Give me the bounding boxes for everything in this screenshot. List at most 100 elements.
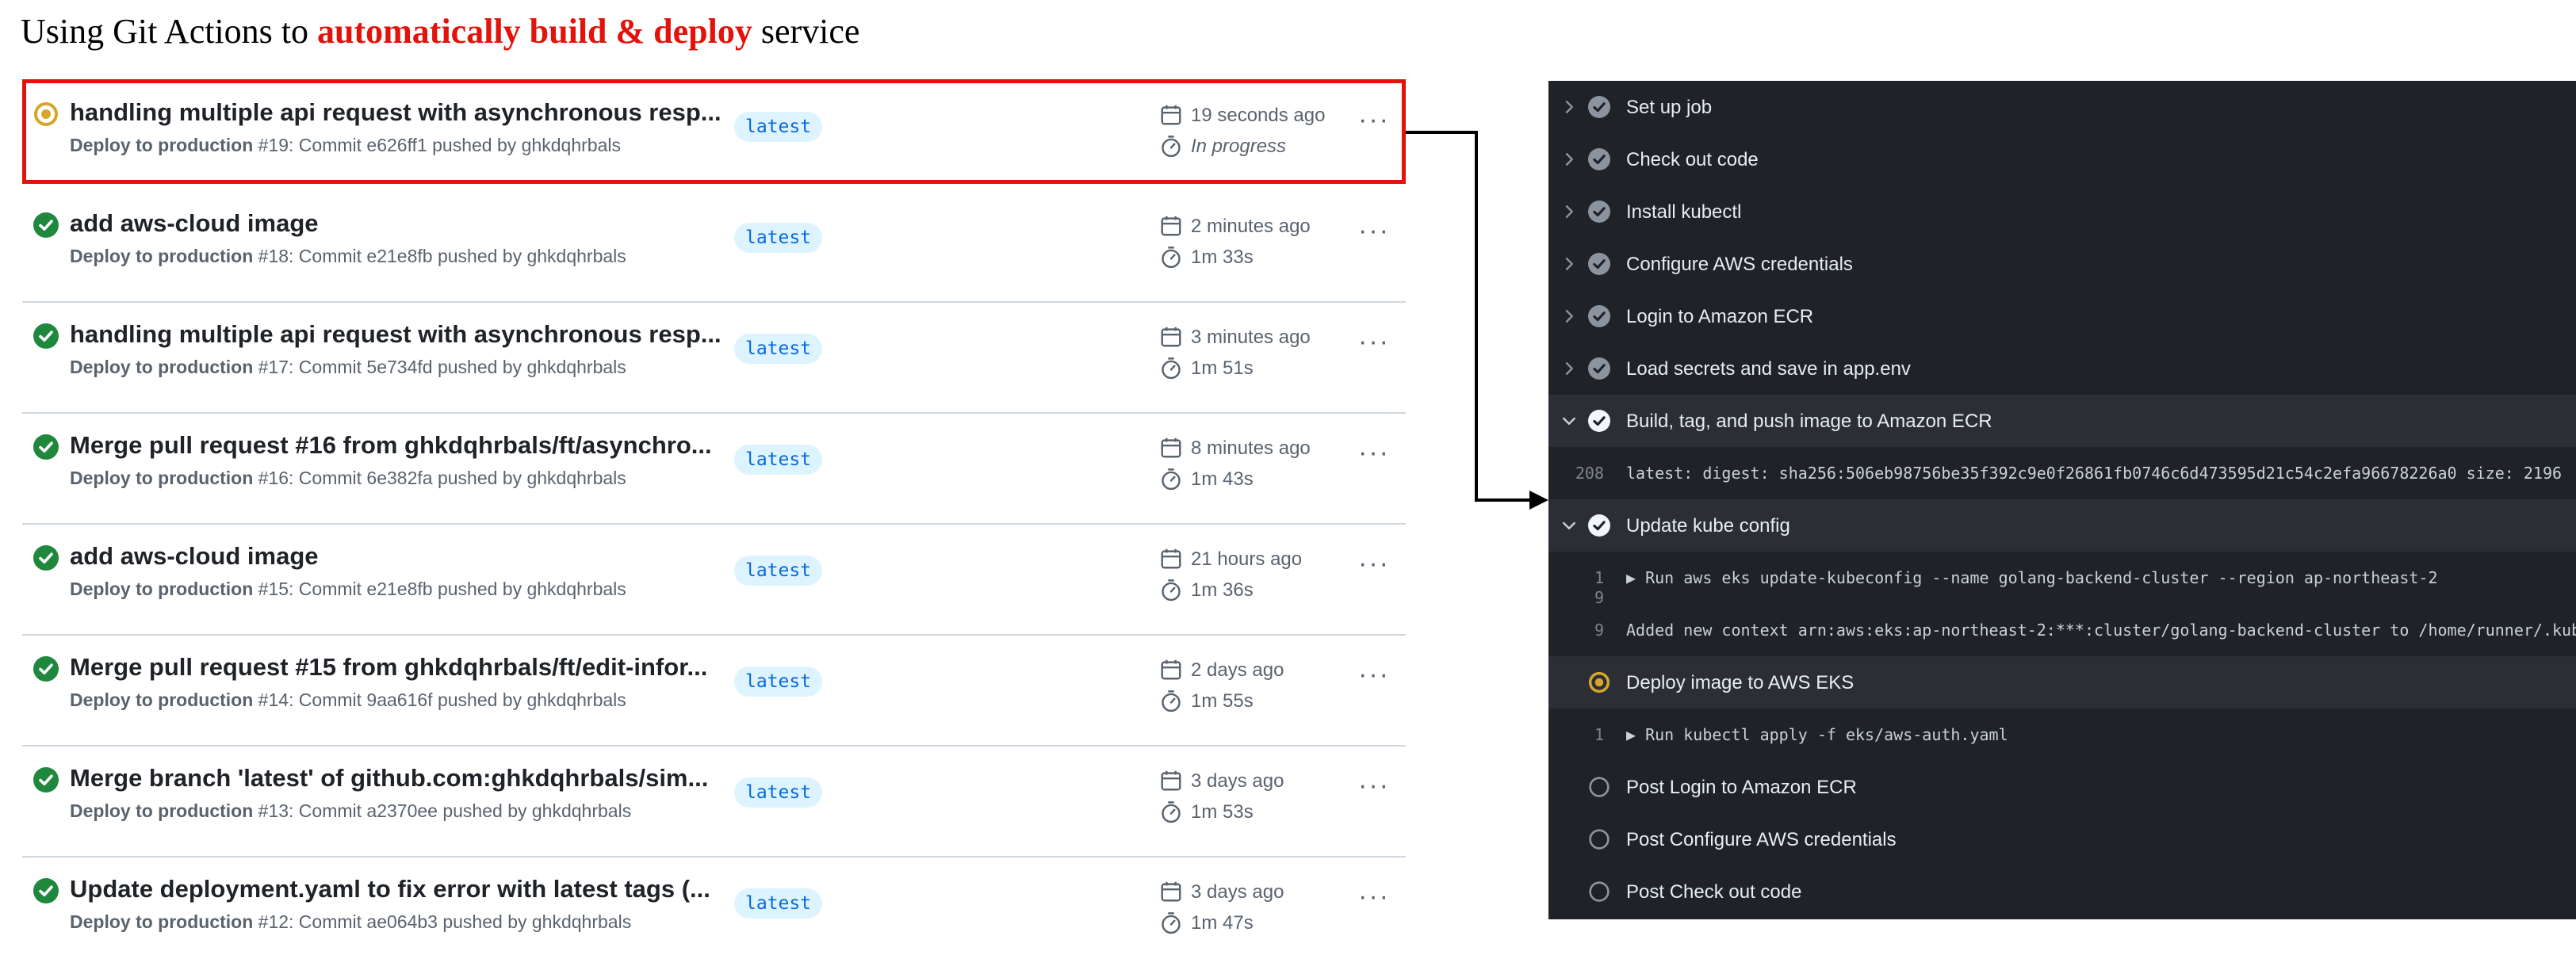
calendar-icon bbox=[1161, 327, 1181, 347]
job-step[interactable]: Post Login to Amazon ECR bbox=[1548, 761, 2576, 813]
branch-label[interactable]: latest bbox=[734, 777, 823, 808]
calendar-icon bbox=[1161, 105, 1181, 125]
step-label: Deploy image to AWS EKS bbox=[1626, 672, 1854, 693]
run-title-link[interactable]: add aws-cloud image bbox=[70, 542, 319, 571]
run-commit-info: #19: Commit e626ff1 pushed by ghkdqhrbal… bbox=[253, 135, 621, 155]
run-commit-info: #17: Commit 5e734fd pushed by ghkdqhrbal… bbox=[253, 357, 626, 377]
title-accent: automatically build & deploy bbox=[317, 12, 752, 51]
kebab-menu-icon[interactable]: ··· bbox=[1354, 439, 1394, 469]
workflow-run-row[interactable]: Update deployment.yaml to fix error with… bbox=[22, 858, 1406, 955]
step-label: Build, tag, and push image to Amazon ECR bbox=[1626, 411, 1992, 432]
chevron-right-icon bbox=[1565, 101, 1573, 113]
kebab-menu-icon[interactable]: ··· bbox=[1354, 772, 1394, 802]
kebab-menu-icon[interactable]: ··· bbox=[1354, 661, 1394, 691]
job-step[interactable]: Post Configure AWS credentials bbox=[1548, 813, 2576, 865]
branch-label[interactable]: latest bbox=[734, 888, 823, 919]
chevron-right-icon bbox=[1565, 258, 1573, 270]
workflow-run-row[interactable]: Merge pull request #16 from ghkdqhrbals/… bbox=[22, 414, 1406, 525]
job-step[interactable]: Login to Amazon ECR bbox=[1548, 290, 2576, 342]
stopwatch-icon bbox=[1162, 912, 1181, 934]
run-timestamp: 21 hours ago bbox=[1191, 548, 1303, 570]
run-meta: Deploy to production #19: Commit e626ff1… bbox=[70, 135, 621, 156]
run-title-link[interactable]: Merge branch 'latest' of github.com:ghkd… bbox=[70, 764, 708, 793]
workflow-name: Deploy to production bbox=[70, 579, 254, 599]
success-check-icon bbox=[33, 434, 59, 460]
workflow-run-row[interactable]: Merge pull request #15 from ghkdqhrbals/… bbox=[22, 636, 1406, 747]
log-line-text: Added new context arn:aws:eks:ap-northea… bbox=[1626, 621, 2576, 640]
job-step[interactable]: Build, tag, and push image to Amazon ECR bbox=[1548, 395, 2576, 447]
job-step[interactable]: Post Check out code bbox=[1548, 865, 2576, 918]
workflow-runs-list: handling multiple api request with async… bbox=[22, 81, 1406, 955]
success-check-icon bbox=[33, 767, 59, 793]
step-label: Update kube config bbox=[1626, 515, 1790, 537]
workflow-run-row[interactable]: Merge branch 'latest' of github.com:ghkd… bbox=[22, 747, 1406, 858]
kebab-menu-icon[interactable]: ··· bbox=[1354, 883, 1394, 913]
branch-label[interactable]: latest bbox=[734, 112, 823, 142]
job-step[interactable]: Set up job bbox=[1548, 81, 2576, 133]
run-duration: 1m 55s bbox=[1191, 690, 1254, 712]
workflow-run-row[interactable]: handling multiple api request with async… bbox=[22, 303, 1406, 414]
log-line-number: 1 bbox=[1594, 725, 1604, 744]
kebab-menu-icon[interactable]: ··· bbox=[1354, 106, 1394, 136]
step-complete-icon bbox=[1588, 201, 1610, 223]
workflow-name: Deploy to production bbox=[70, 911, 254, 932]
run-timestamp: 2 minutes ago bbox=[1191, 216, 1311, 237]
branch-label[interactable]: latest bbox=[734, 667, 823, 697]
run-timestamp: 3 minutes ago bbox=[1191, 327, 1311, 348]
job-step[interactable]: Configure AWS credentials bbox=[1548, 238, 2576, 290]
workflow-run-row[interactable]: handling multiple api request with async… bbox=[22, 81, 1406, 192]
job-step[interactable]: Load secrets and save in app.env bbox=[1548, 342, 2576, 395]
run-timestamp: 2 days ago bbox=[1191, 659, 1284, 681]
run-duration: 1m 51s bbox=[1191, 357, 1254, 379]
log-line-text: ▶ Run kubectl apply -f eks/aws-auth.yaml bbox=[1626, 725, 2008, 744]
job-log-panel: Set up job Check out code Install kubectl C… bbox=[1548, 81, 2576, 919]
run-title-link[interactable]: Merge pull request #16 from ghkdqhrbals/… bbox=[70, 431, 712, 460]
branch-label[interactable]: latest bbox=[734, 334, 823, 364]
job-step[interactable]: Check out code bbox=[1548, 133, 2576, 185]
kebab-menu-icon[interactable]: ··· bbox=[1354, 217, 1394, 247]
run-timestamp: 8 minutes ago bbox=[1191, 437, 1311, 459]
step-complete-icon bbox=[1588, 357, 1610, 380]
step-label: Configure AWS credentials bbox=[1626, 254, 1853, 275]
run-commit-info: #14: Commit 9aa616f pushed by ghkdqhrbal… bbox=[253, 690, 626, 710]
run-title-link[interactable]: Merge pull request #15 from ghkdqhrbals/… bbox=[70, 653, 707, 682]
workflow-run-row[interactable]: add aws-cloud image Deploy to production … bbox=[22, 192, 1406, 303]
run-duration: In progress bbox=[1191, 136, 1287, 157]
job-step[interactable]: Update kube config bbox=[1548, 499, 2576, 552]
calendar-icon bbox=[1161, 770, 1181, 791]
step-label: Post Login to Amazon ECR bbox=[1626, 777, 1857, 798]
stopwatch-icon bbox=[1162, 246, 1181, 269]
log-line: 1 ▶ Run kubectl apply -f eks/aws-auth.yam… bbox=[1548, 709, 2576, 761]
workflow-name: Deploy to production bbox=[70, 800, 254, 821]
run-title-link[interactable]: handling multiple api request with async… bbox=[70, 320, 722, 349]
step-complete-icon bbox=[1588, 410, 1610, 432]
step-pending-icon bbox=[1589, 777, 1610, 797]
run-timestamp: 3 days ago bbox=[1191, 770, 1284, 792]
log-line-text: latest: digest: sha256:506eb98756be35f39… bbox=[1626, 464, 2563, 483]
run-duration: 1m 33s bbox=[1191, 246, 1254, 268]
job-step[interactable]: Install kubectl bbox=[1548, 185, 2576, 238]
run-commit-info: #12: Commit ae064b3 pushed by ghkdqhrbal… bbox=[253, 911, 632, 932]
stopwatch-icon bbox=[1162, 690, 1181, 712]
workflow-run-row[interactable]: add aws-cloud image Deploy to production … bbox=[22, 525, 1406, 636]
step-pending-icon bbox=[1589, 829, 1610, 850]
run-duration: 1m 43s bbox=[1191, 468, 1254, 490]
kebab-menu-icon[interactable]: ··· bbox=[1354, 328, 1394, 358]
kebab-menu-icon[interactable]: ··· bbox=[1354, 550, 1394, 580]
calendar-icon bbox=[1161, 437, 1181, 458]
stopwatch-icon bbox=[1162, 579, 1181, 602]
step-complete-icon bbox=[1588, 514, 1610, 537]
branch-label[interactable]: latest bbox=[734, 445, 823, 475]
step-label: Login to Amazon ECR bbox=[1626, 306, 1814, 327]
job-step[interactable]: Deploy image to AWS EKS bbox=[1548, 656, 2576, 709]
log-line: 208 latest: digest: sha256:506eb98756be35… bbox=[1548, 447, 2576, 499]
step-label: Install kubectl bbox=[1626, 201, 1742, 223]
branch-label[interactable]: latest bbox=[734, 556, 823, 586]
run-commit-info: #15: Commit e21e8fb pushed by ghkdqhrbal… bbox=[253, 579, 626, 599]
run-title-link[interactable]: Update deployment.yaml to fix error with… bbox=[70, 875, 710, 903]
log-line-number: 9 bbox=[1594, 621, 1604, 640]
branch-label[interactable]: latest bbox=[734, 223, 823, 253]
run-duration: 1m 47s bbox=[1191, 912, 1254, 934]
run-title-link[interactable]: add aws-cloud image bbox=[70, 209, 319, 238]
run-title-link[interactable]: handling multiple api request with async… bbox=[70, 98, 722, 127]
